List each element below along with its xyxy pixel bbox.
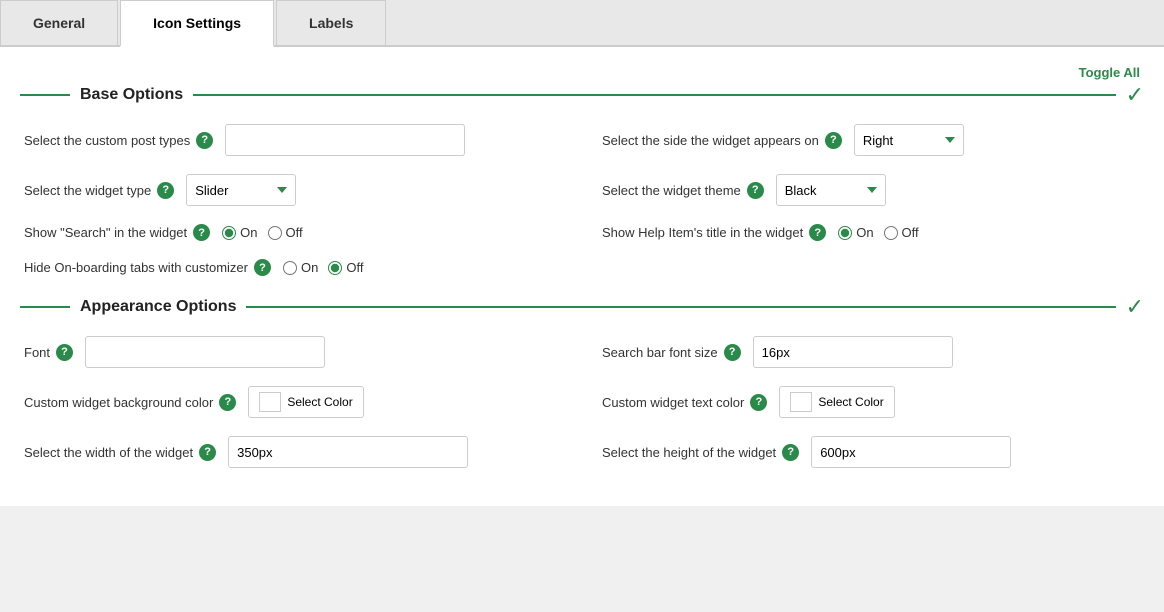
bg-color-help-icon[interactable]: ? [219,394,236,411]
custom-post-types-label: Select the custom post types [24,133,190,148]
toggle-all-link[interactable]: Toggle All [1079,65,1140,80]
font-input[interactable] [85,336,325,368]
show-help-title-off-label[interactable]: Off [884,225,919,240]
show-help-title-off-text: Off [902,225,919,240]
field-height: Select the height of the widget ? [602,436,1140,468]
text-color-button[interactable]: Select Color [779,386,894,418]
row-bg-color-text-color: Custom widget background color ? Select … [24,386,1140,418]
appearance-options-chevron[interactable]: ✓ [1126,294,1144,320]
row-widget-type-theme: Select the widget type ? Slider Tab Butt… [24,174,1140,206]
hide-onboarding-label: Hide On-boarding tabs with customizer [24,260,248,275]
show-search-help-icon[interactable]: ? [193,224,210,241]
toggle-all-row: Toggle All [20,57,1144,82]
row-hide-onboarding: Hide On-boarding tabs with customizer ? … [24,259,1140,276]
show-search-label: Show "Search" in the widget [24,225,187,240]
search-font-size-label: Search bar font size [602,345,718,360]
text-color-swatch [790,392,812,412]
widget-side-select[interactable]: Left Right [854,124,964,156]
base-options-line-right [193,94,1115,96]
hide-onboarding-off-label[interactable]: Off [328,260,363,275]
font-help-icon[interactable]: ? [56,344,73,361]
widget-type-help-icon[interactable]: ? [157,182,174,199]
appearance-options-line-right [246,306,1115,308]
height-input[interactable] [811,436,1011,468]
widget-type-label: Select the widget type [24,183,151,198]
search-font-size-input[interactable] [753,336,953,368]
show-search-on-text: On [240,225,257,240]
base-options-header: Base Options ✓ [20,82,1144,108]
row-show-search-help-title: Show "Search" in the widget ? On Off Sho… [24,224,1140,241]
bg-color-swatch [259,392,281,412]
bg-color-button[interactable]: Select Color [248,386,363,418]
row-custom-post-widget-side: Select the custom post types ? Select th… [24,124,1140,156]
tab-general[interactable]: General [0,0,118,45]
field-bg-color: Custom widget background color ? Select … [24,386,562,418]
hide-onboarding-help-icon[interactable]: ? [254,259,271,276]
main-content: Toggle All Base Options ✓ Select the cus… [0,47,1164,506]
base-options-line-left [20,94,70,96]
show-search-off-label[interactable]: Off [268,225,303,240]
field-widget-type: Select the widget type ? Slider Tab Butt… [24,174,562,206]
text-color-label: Custom widget text color [602,395,744,410]
custom-post-types-help-icon[interactable]: ? [196,132,213,149]
widget-theme-select[interactable]: Black White Green [776,174,886,206]
tabs-bar: General Icon Settings Labels [0,0,1164,47]
base-options-body: Select the custom post types ? Select th… [20,124,1144,276]
field-hide-onboarding: Hide On-boarding tabs with customizer ? … [24,259,562,276]
text-color-help-icon[interactable]: ? [750,394,767,411]
base-options-title: Base Options [80,86,183,104]
show-help-title-on-label[interactable]: On [838,225,873,240]
row-font-search-size: Font ? Search bar font size ? [24,336,1140,368]
height-help-icon[interactable]: ? [782,444,799,461]
field-search-font-size: Search bar font size ? [602,336,1140,368]
field-custom-post-types: Select the custom post types ? [24,124,562,156]
text-color-btn-label: Select Color [818,395,883,409]
field-widget-theme: Select the widget theme ? Black White Gr… [602,174,1140,206]
width-help-icon[interactable]: ? [199,444,216,461]
field-show-help-title: Show Help Item's title in the widget ? O… [602,224,1140,241]
field-text-color: Custom widget text color ? Select Color [602,386,1140,418]
widget-side-label: Select the side the widget appears on [602,133,819,148]
tab-labels[interactable]: Labels [276,0,386,45]
hide-onboarding-off-radio[interactable] [328,261,342,275]
font-label: Font [24,345,50,360]
hide-onboarding-on-label[interactable]: On [283,260,318,275]
row-width-height: Select the width of the widget ? Select … [24,436,1140,468]
appearance-options-line-left [20,306,70,308]
width-label: Select the width of the widget [24,445,193,460]
tab-icon-settings[interactable]: Icon Settings [120,0,274,47]
width-input[interactable] [228,436,468,468]
hide-onboarding-on-text: On [301,260,318,275]
field-widget-side: Select the side the widget appears on ? … [602,124,1140,156]
show-help-title-on-radio[interactable] [838,226,852,240]
bg-color-btn-label: Select Color [287,395,352,409]
appearance-options-header: Appearance Options ✓ [20,294,1144,320]
widget-type-select[interactable]: Slider Tab Button [186,174,296,206]
appearance-options-title: Appearance Options [80,298,236,316]
widget-theme-help-icon[interactable]: ? [747,182,764,199]
show-help-title-help-icon[interactable]: ? [809,224,826,241]
field-width: Select the width of the widget ? [24,436,562,468]
custom-post-types-input[interactable] [225,124,465,156]
show-search-off-text: Off [286,225,303,240]
hide-onboarding-on-radio[interactable] [283,261,297,275]
field-show-search: Show "Search" in the widget ? On Off [24,224,562,241]
search-font-size-help-icon[interactable]: ? [724,344,741,361]
show-search-on-label[interactable]: On [222,225,257,240]
widget-theme-label: Select the widget theme [602,183,741,198]
appearance-options-body: Font ? Search bar font size ? Custom wid… [20,336,1144,468]
bg-color-label: Custom widget background color [24,395,213,410]
widget-side-help-icon[interactable]: ? [825,132,842,149]
show-help-title-off-radio[interactable] [884,226,898,240]
show-help-title-on-text: On [856,225,873,240]
show-help-title-label: Show Help Item's title in the widget [602,225,803,240]
show-search-on-radio[interactable] [222,226,236,240]
field-font: Font ? [24,336,562,368]
height-label: Select the height of the widget [602,445,776,460]
hide-onboarding-off-text: Off [346,260,363,275]
show-search-off-radio[interactable] [268,226,282,240]
base-options-chevron[interactable]: ✓ [1126,82,1144,108]
